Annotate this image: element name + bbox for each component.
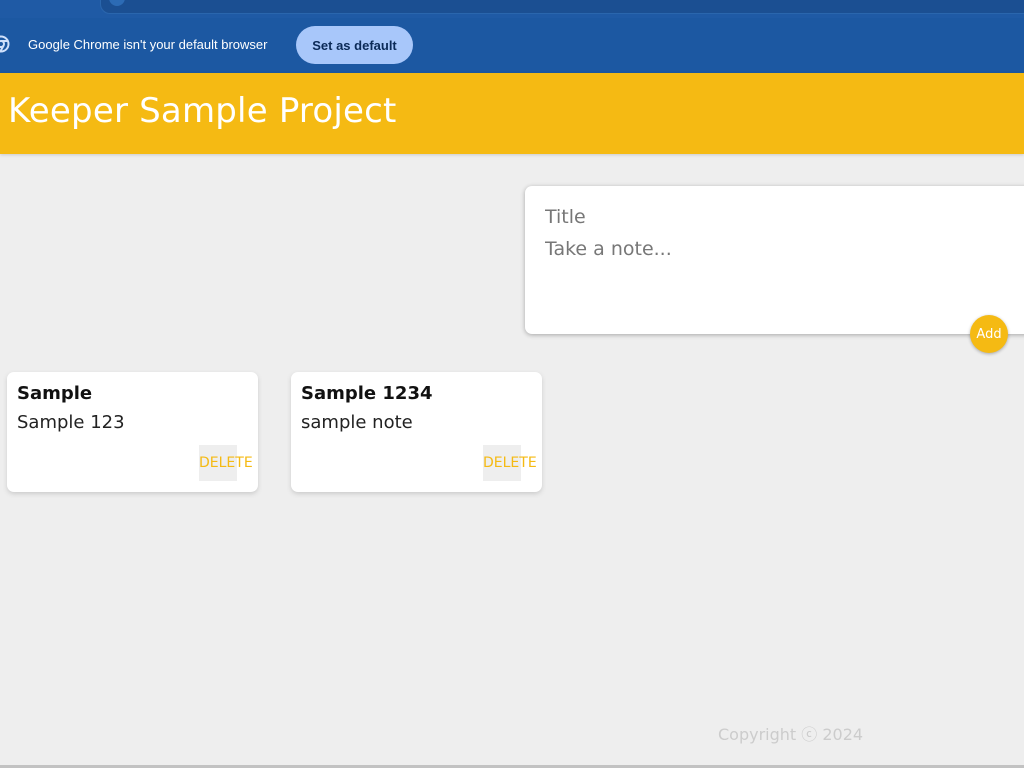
copyright-footer: Copyright ⓒ 2024 [718,725,864,744]
create-note-form [525,186,1024,334]
note-title: Sample [17,383,93,404]
note-card: Sample 1234 sample note DELETE [291,372,542,492]
note-title-input[interactable] [545,205,1005,229]
chrome-icon [0,35,10,53]
note-title: Sample 1234 [301,383,433,404]
app-header: Keeper Sample Project [0,73,1024,154]
site-info-icon[interactable] [109,0,125,6]
infobar-message: Google Chrome isn't your default browser [28,37,268,52]
address-bar[interactable] [100,0,1024,14]
set-as-default-button[interactable]: Set as default [296,26,413,64]
delete-note-button[interactable]: DELETE [483,445,537,481]
note-content: sample note [301,412,413,433]
note-content-input[interactable] [545,238,1005,308]
delete-note-button[interactable]: DELETE [199,445,253,481]
add-note-button[interactable]: Add [970,315,1008,353]
browser-toolbar [0,0,1024,19]
note-content: Sample 123 [17,412,125,433]
page-title: Keeper Sample Project [8,91,397,131]
default-browser-infobar: Google Chrome isn't your default browser… [0,18,1024,73]
note-card: Sample Sample 123 DELETE [7,372,258,492]
